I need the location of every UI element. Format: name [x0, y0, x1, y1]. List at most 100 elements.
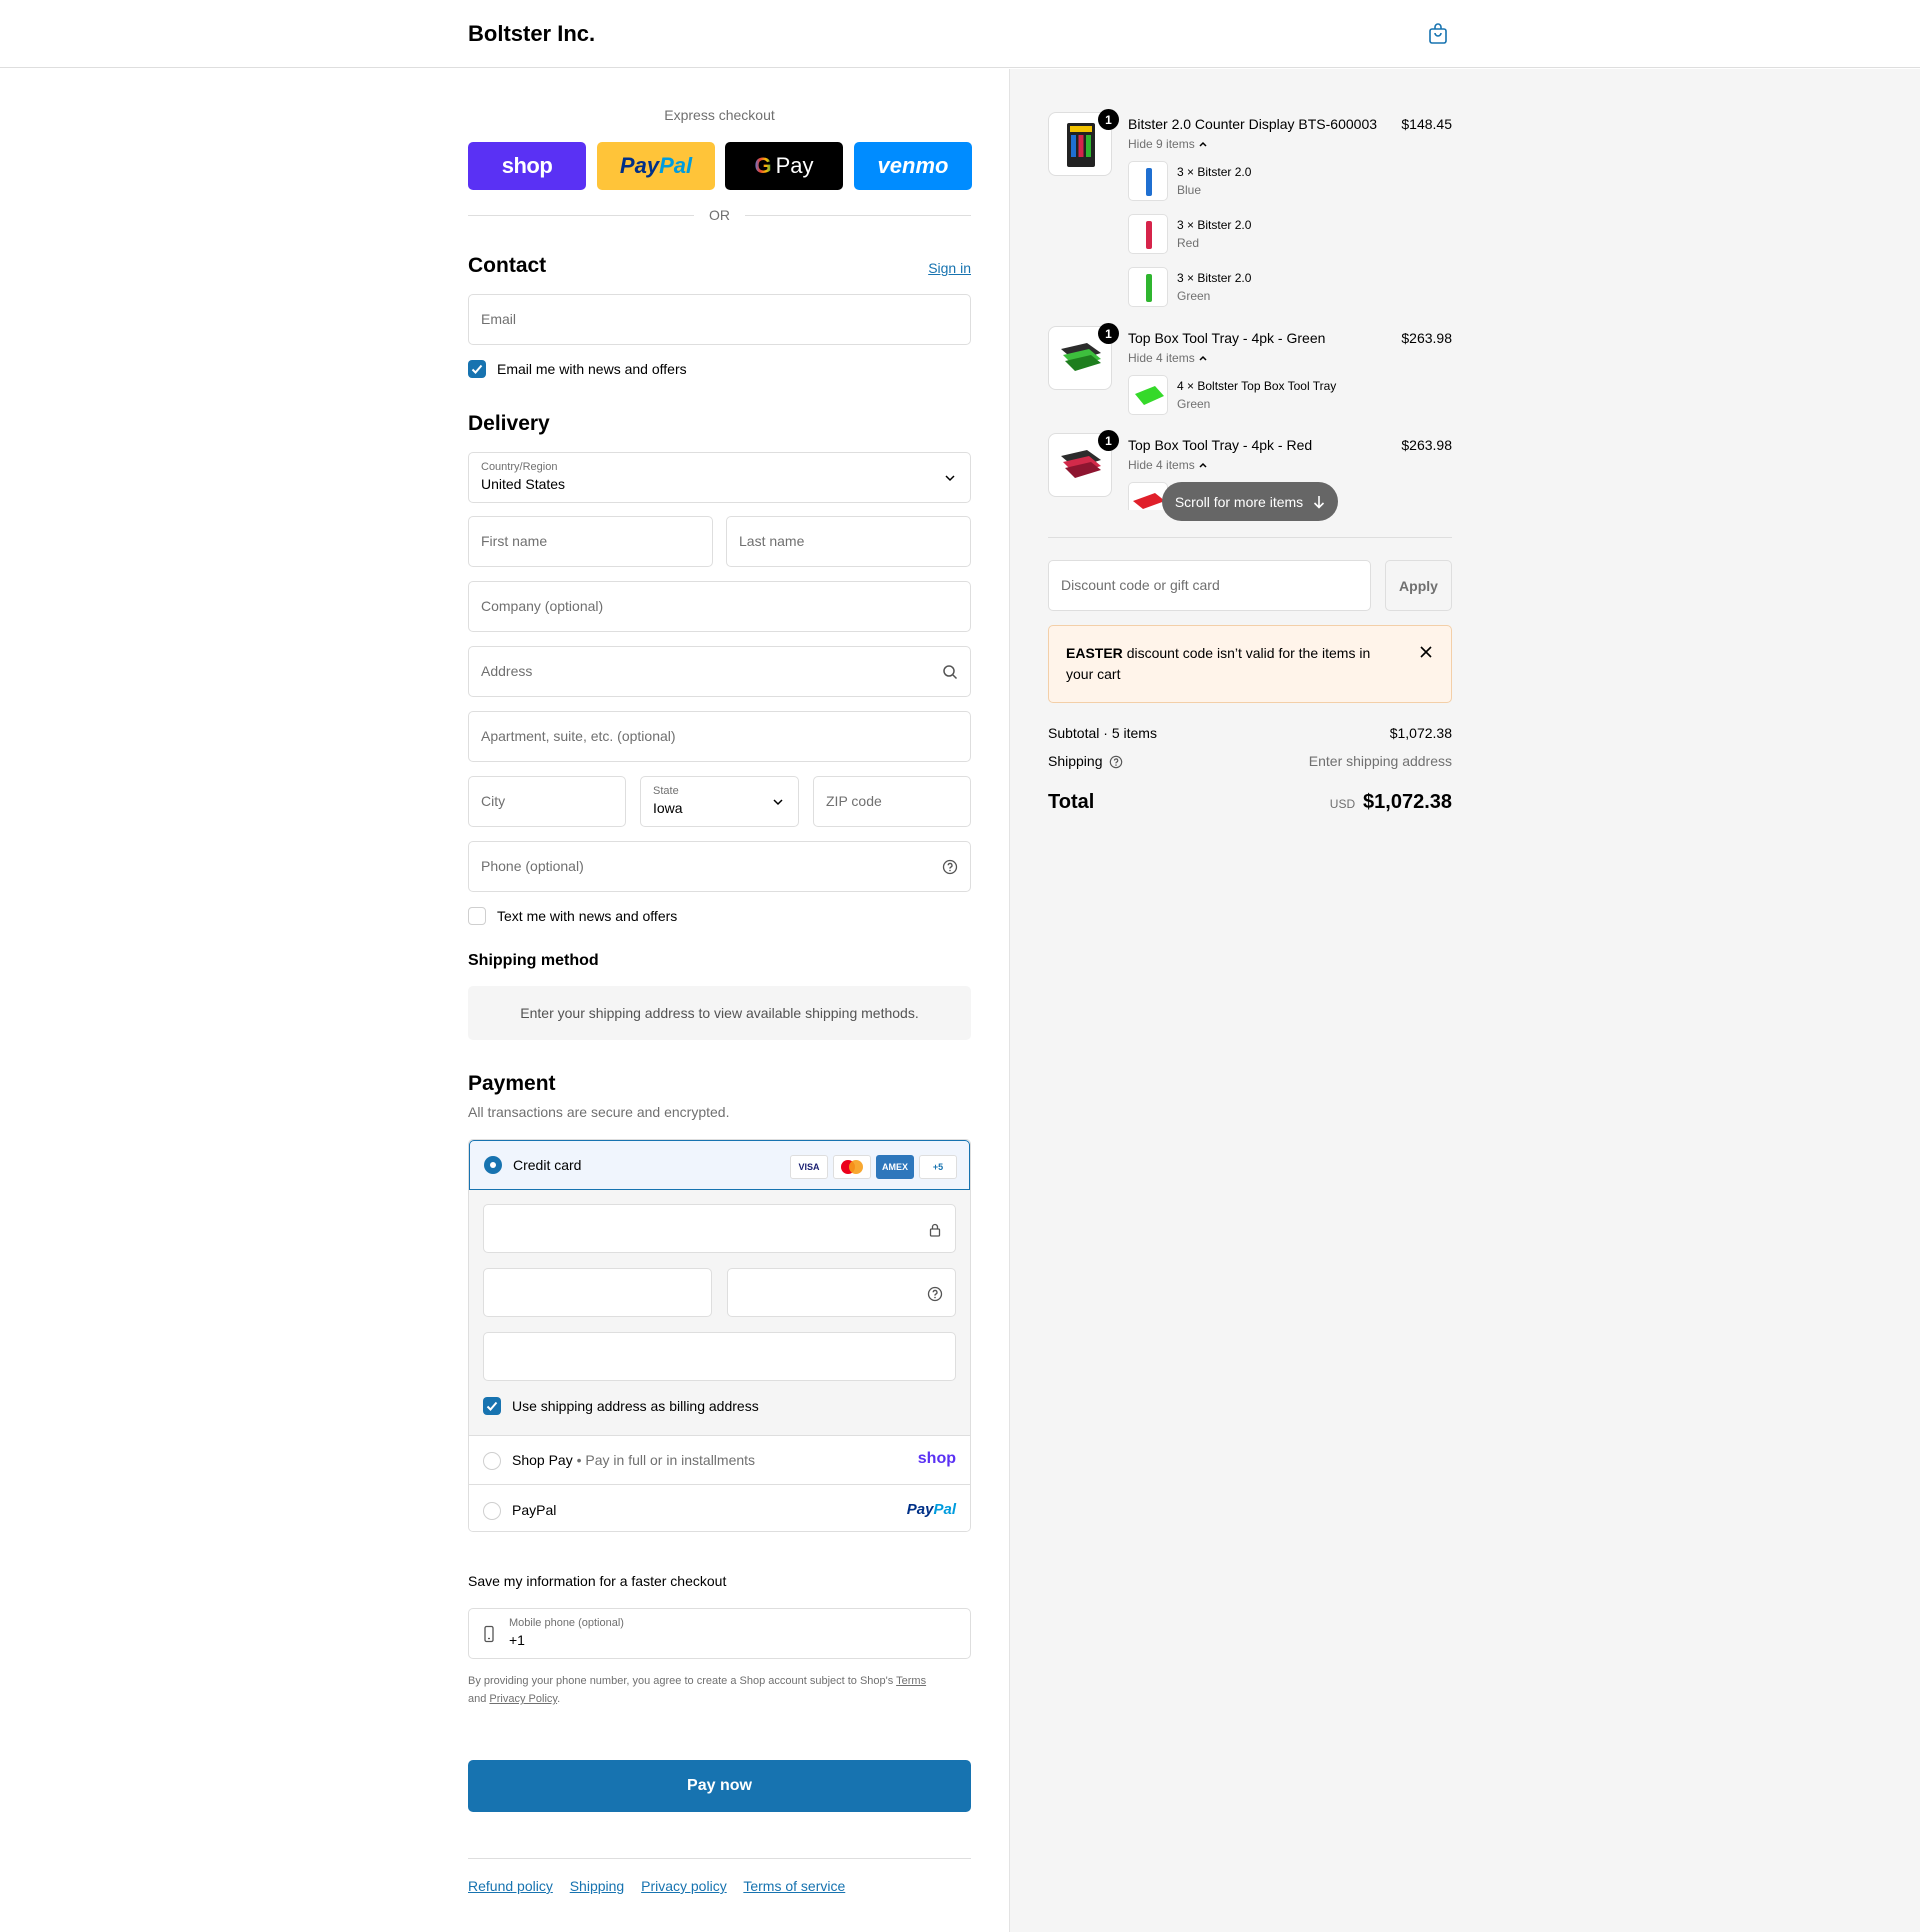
item-name: Top Box Tool Tray - 4pk - Green: [1128, 330, 1326, 346]
visa-icon: VISA: [790, 1155, 828, 1179]
shop-pay-option[interactable]: Shop Pay • Pay in full or in installment…: [469, 1436, 970, 1485]
quantity-badge: 1: [1098, 323, 1119, 344]
footer-divider: [468, 1858, 971, 1859]
discount-error-message: EASTER discount code isn’t valid for the…: [1066, 645, 1371, 682]
terms-of-service-link[interactable]: Terms of service: [743, 1878, 845, 1894]
last-name-field[interactable]: Last name: [726, 516, 971, 567]
billing-same-checkbox[interactable]: [483, 1397, 501, 1415]
zip-field[interactable]: ZIP code: [813, 776, 971, 827]
chevron-up-icon: [1199, 141, 1207, 147]
sub-item-variant: Green: [1177, 397, 1211, 411]
venmo-express-button[interactable]: venmo: [854, 142, 972, 190]
help-circle-icon[interactable]: [1109, 755, 1123, 769]
pay-now-button[interactable]: Pay now: [468, 1760, 971, 1812]
checkmark-icon: [486, 1401, 498, 1411]
credit-card-form: Use shipping address as billing address: [469, 1190, 970, 1436]
contact-title: Contact: [468, 254, 547, 277]
paypal-label: PayPal: [512, 1502, 557, 1518]
terms-link[interactable]: Terms: [896, 1675, 926, 1687]
credit-card-radio[interactable]: [484, 1156, 502, 1174]
chevron-down-icon: [945, 475, 955, 482]
item-price: $148.45: [1401, 116, 1452, 132]
google-pay-express-button[interactable]: G Pay: [725, 142, 843, 190]
sub-item-name: 3 × Bitster 2.0: [1177, 218, 1252, 232]
total-label: Total: [1048, 791, 1095, 813]
brand-name[interactable]: Boltster Inc.: [468, 21, 595, 47]
card-number-field[interactable]: [483, 1204, 956, 1253]
sub-item-variant: Red: [1177, 236, 1200, 250]
paypal-option[interactable]: PayPal PayPal: [469, 1486, 970, 1531]
first-name-field[interactable]: First name: [468, 516, 713, 567]
shipping-method-title: Shipping method: [468, 952, 599, 969]
hide-items-toggle[interactable]: Hide 4 items: [1128, 458, 1208, 472]
chevron-down-icon: [773, 799, 783, 806]
discount-error-banner: EASTER discount code isn’t valid for the…: [1048, 625, 1452, 703]
paypal-logo: PayPal: [906, 1501, 956, 1518]
arrow-down-icon: [1314, 495, 1325, 509]
help-circle-icon[interactable]: [927, 1286, 943, 1302]
item-price: $263.98: [1401, 330, 1452, 346]
item-name: Top Box Tool Tray - 4pk - Red: [1128, 437, 1313, 453]
billing-same-label: Use shipping address as billing address: [512, 1398, 759, 1414]
credit-card-option[interactable]: Credit card VISA AMEX +5: [469, 1140, 970, 1190]
state-select[interactable]: State Iowa: [640, 776, 799, 827]
help-circle-icon[interactable]: [942, 859, 958, 875]
more-cards-badge: +5: [919, 1155, 957, 1179]
shop-pay-description: Pay in full or in installments: [585, 1452, 756, 1468]
apply-discount-button[interactable]: Apply: [1385, 560, 1452, 611]
chevron-up-icon: [1199, 355, 1207, 361]
address-field[interactable]: Address: [468, 646, 971, 697]
shop-pay-express-button[interactable]: shop: [468, 142, 586, 190]
lock-icon: [929, 1223, 941, 1237]
sub-item-variant: Green: [1177, 289, 1211, 303]
checkmark-icon: [471, 364, 483, 374]
quantity-badge: 1: [1098, 430, 1119, 451]
hide-items-toggle[interactable]: Hide 9 items: [1128, 137, 1208, 151]
sign-in-link[interactable]: Sign in: [928, 260, 971, 276]
mobile-phone-field[interactable]: Mobile phone (optional) +1: [468, 1608, 971, 1659]
save-info-title: Save my information for a faster checkou…: [468, 1573, 727, 1589]
sub-item-image: [1128, 161, 1168, 201]
scroll-more-items-button[interactable]: Scroll for more items: [1162, 482, 1338, 521]
privacy-policy-link[interactable]: Privacy Policy: [489, 1693, 557, 1705]
summary-divider: [1048, 537, 1452, 538]
country-select[interactable]: Country/Region United States: [468, 452, 971, 503]
email-news-label: Email me with news and offers: [497, 361, 687, 377]
paypal-express-button[interactable]: Pay Pal: [597, 142, 715, 190]
company-field[interactable]: Company (optional): [468, 581, 971, 632]
footer-links: Refund policy Shipping Privacy policy Te…: [468, 1878, 858, 1894]
item-price: $263.98: [1401, 437, 1452, 453]
shop-pay-logo: shop: [917, 1450, 956, 1467]
sub-item-name: 3 × Bitster 2.0: [1177, 271, 1252, 285]
apartment-field[interactable]: Apartment, suite, etc. (optional): [468, 711, 971, 762]
phone-field[interactable]: Phone (optional): [468, 841, 971, 892]
text-news-checkbox[interactable]: [468, 907, 486, 925]
expiration-date-field[interactable]: [483, 1268, 712, 1317]
privacy-policy-footer-link[interactable]: Privacy policy: [641, 1878, 727, 1894]
payment-title: Payment: [468, 1072, 556, 1095]
payment-subtitle: All transactions are secure and encrypte…: [468, 1104, 730, 1120]
mobile-phone-icon: [484, 1625, 494, 1643]
name-on-card-field[interactable]: [483, 1332, 956, 1381]
paypal-radio[interactable]: [483, 1502, 501, 1520]
chevron-up-icon: [1199, 462, 1207, 468]
close-icon[interactable]: [1418, 644, 1434, 660]
shopping-bag-icon[interactable]: [1426, 22, 1450, 46]
city-field[interactable]: City: [468, 776, 626, 827]
hide-items-toggle[interactable]: Hide 4 items: [1128, 351, 1208, 365]
total-value-row: USD $1,072.38: [1330, 791, 1452, 814]
express-checkout-title: Express checkout: [664, 107, 775, 123]
shop-pay-radio[interactable]: [483, 1452, 501, 1470]
sub-item-image: [1128, 267, 1168, 307]
shipping-value: Enter shipping address: [1308, 753, 1452, 769]
delivery-title: Delivery: [468, 412, 550, 435]
shop-pay-label: Shop Pay: [512, 1452, 573, 1468]
discount-code-input[interactable]: Discount code or gift card: [1048, 560, 1371, 611]
shipping-policy-link[interactable]: Shipping: [570, 1878, 625, 1894]
security-code-field[interactable]: [727, 1268, 956, 1317]
credit-card-label: Credit card: [513, 1157, 582, 1173]
email-field[interactable]: Email: [468, 294, 971, 345]
header: Boltster Inc.: [0, 0, 1920, 68]
email-news-checkbox[interactable]: [468, 360, 486, 378]
refund-policy-link[interactable]: Refund policy: [468, 1878, 553, 1894]
